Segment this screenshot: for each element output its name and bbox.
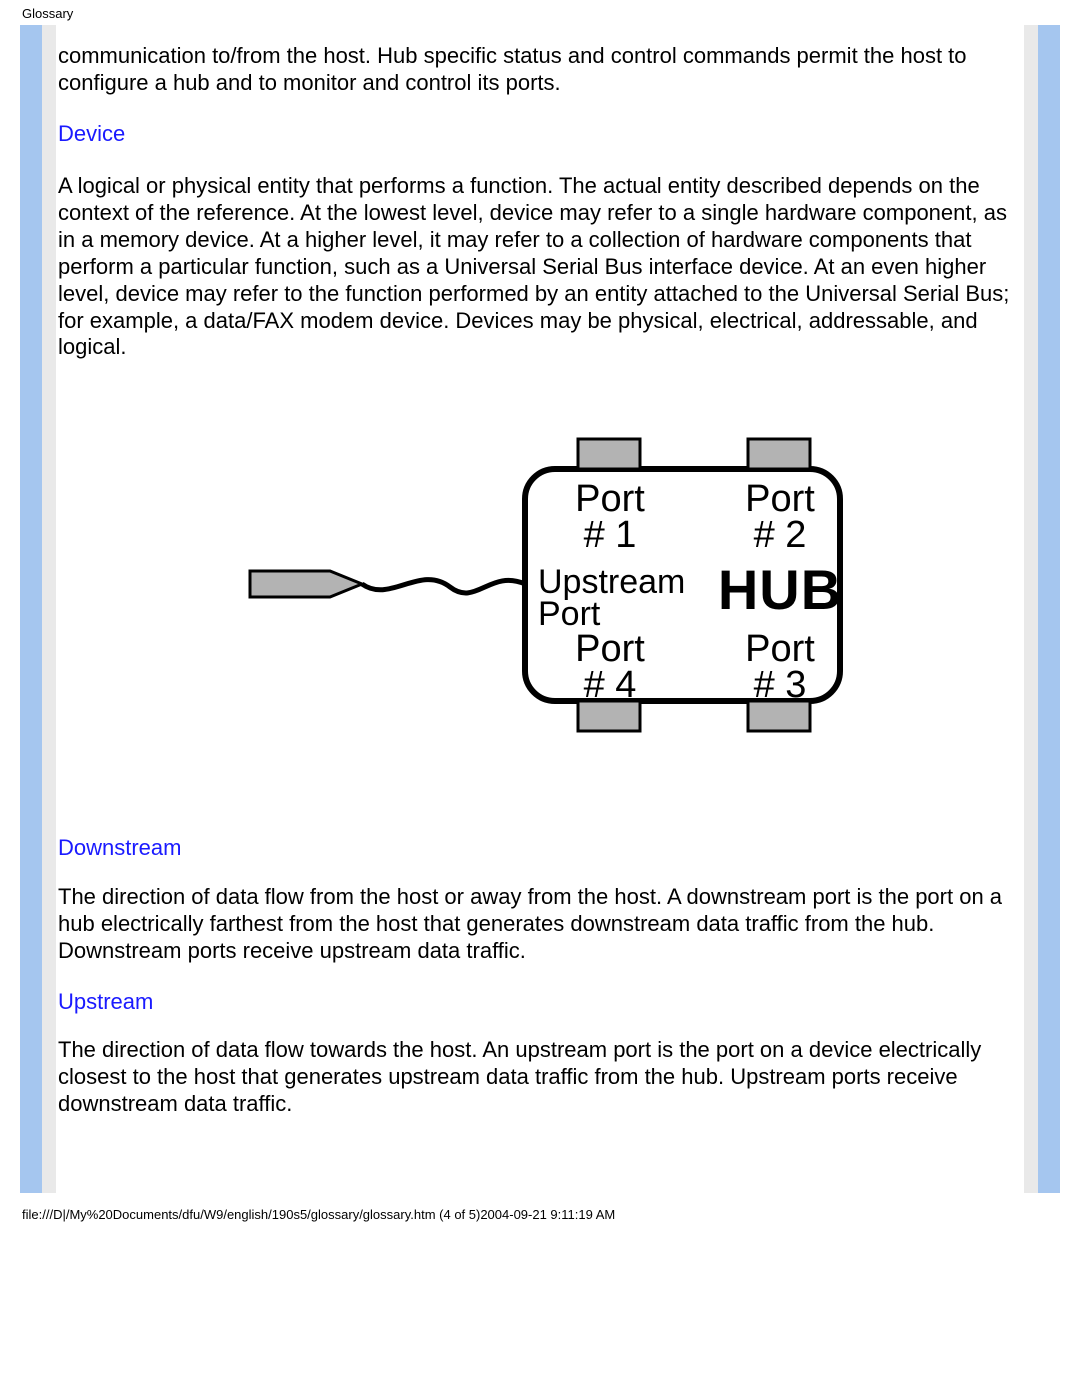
page-frame: communication to/from the host. Hub spec… [20, 25, 1060, 1193]
page-header-label: Glossary [0, 0, 1080, 25]
port1-label-l2: # 1 [584, 514, 637, 556]
content-column: communication to/from the host. Hub spec… [42, 25, 1038, 1193]
heading-downstream: Downstream [58, 835, 1022, 862]
port2-label-l2: # 2 [754, 514, 807, 556]
heading-device: Device [58, 121, 1022, 148]
hub-label: HUB [718, 558, 842, 621]
port3-label-l2: # 3 [754, 664, 807, 706]
hub-diagram: Port # 1 Port # 2 Upstream Port HUB Port… [190, 419, 890, 749]
intro-paragraph: communication to/from the host. Hub spec… [58, 43, 1022, 97]
content-area: communication to/from the host. Hub spec… [56, 25, 1024, 1193]
port2-connector-icon [748, 439, 810, 469]
cable-plug-icon [250, 571, 525, 597]
port1-connector-icon [578, 439, 640, 469]
footer-path: file:///D|/My%20Documents/dfu/W9/english… [0, 1193, 1080, 1222]
upstream-body: The direction of data flow towards the h… [58, 1037, 1022, 1117]
downstream-body: The direction of data flow from the host… [58, 884, 1022, 964]
hub-diagram-svg: Port # 1 Port # 2 Upstream Port HUB Port… [190, 419, 890, 749]
heading-upstream: Upstream [58, 989, 1022, 1016]
port4-label-l2: # 4 [584, 664, 637, 706]
device-body: A logical or physical entity that perfor… [58, 173, 1022, 361]
